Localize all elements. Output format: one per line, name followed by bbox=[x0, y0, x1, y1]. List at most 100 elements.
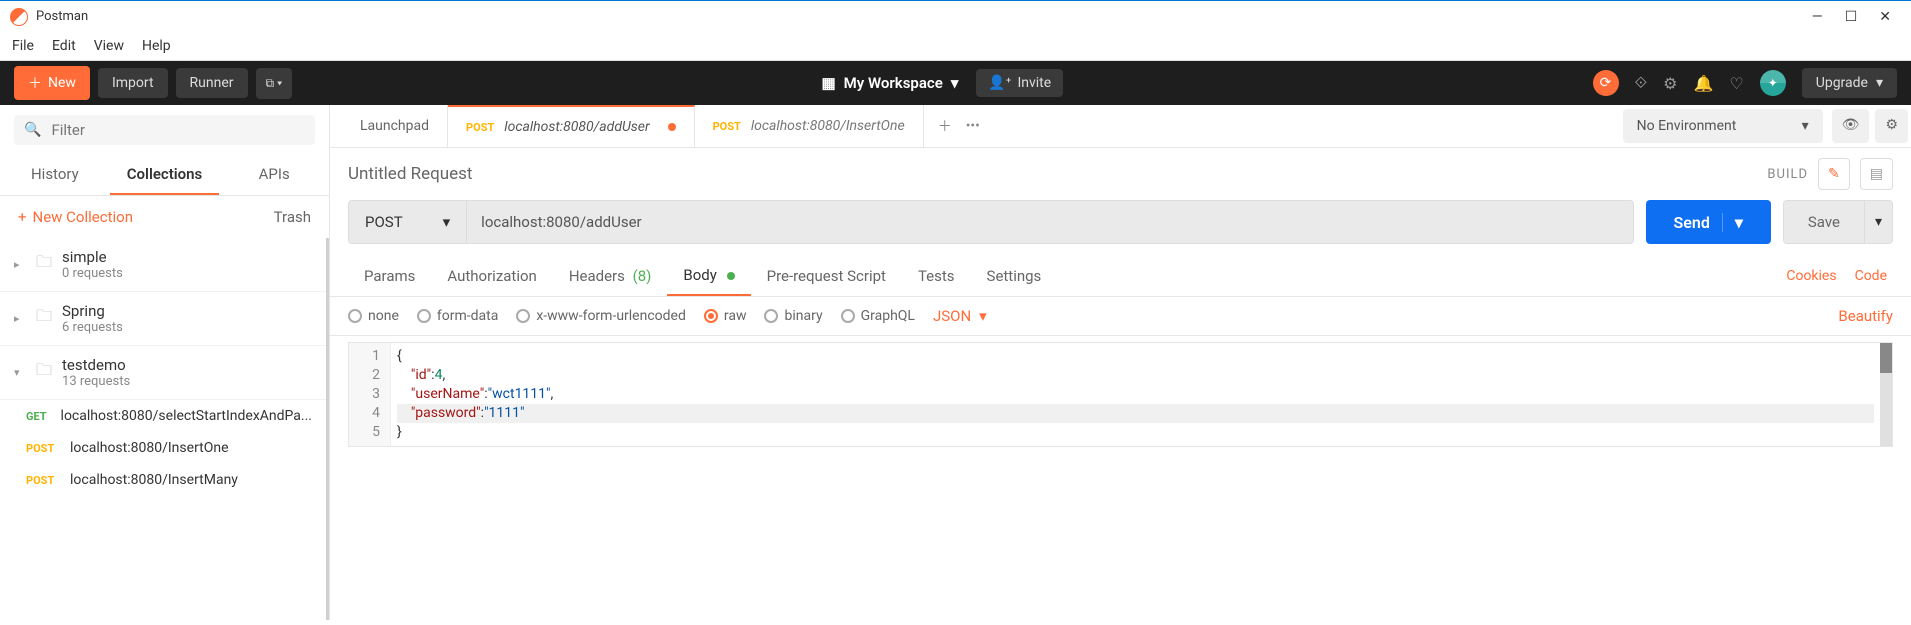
tab-apis[interactable]: APIs bbox=[219, 155, 329, 195]
close-icon[interactable]: ✕ bbox=[1879, 9, 1891, 25]
method-badge: POST bbox=[26, 474, 60, 487]
request-item[interactable]: POST localhost:8080/InsertOne bbox=[0, 432, 326, 464]
plus-icon: ＋ bbox=[28, 73, 42, 93]
new-label: New bbox=[48, 75, 76, 91]
raw-format-select[interactable]: JSON ▾ bbox=[933, 307, 987, 325]
env-settings-button[interactable]: ⚙ bbox=[1875, 109, 1908, 143]
edit-icon[interactable]: ✎ bbox=[1818, 158, 1850, 190]
window-dropdown[interactable]: ⧉ ▾ bbox=[256, 68, 293, 99]
menu-help[interactable]: Help bbox=[142, 38, 171, 54]
avatar[interactable]: ✦ bbox=[1760, 70, 1786, 96]
headers-count: (8) bbox=[633, 267, 652, 285]
import-button[interactable]: Import bbox=[98, 68, 168, 98]
req-tab-auth[interactable]: Authorization bbox=[431, 257, 552, 295]
body-opt-raw[interactable]: raw bbox=[704, 308, 747, 324]
upgrade-button[interactable]: Upgrade ▾ bbox=[1802, 68, 1897, 98]
chevron-down-icon: ▾ bbox=[951, 74, 959, 92]
bell-icon[interactable]: 🔔 bbox=[1693, 74, 1713, 93]
capture-icon[interactable]: ⟐ bbox=[1635, 73, 1648, 93]
new-collection-label: New Collection bbox=[33, 208, 133, 226]
body-opt-none[interactable]: none bbox=[348, 308, 399, 324]
url-input[interactable] bbox=[481, 213, 1618, 231]
new-collection-button[interactable]: + New Collection bbox=[18, 208, 133, 226]
tab-adduser[interactable]: POST localhost:8080/addUser bbox=[448, 105, 695, 147]
body-opt-xwww[interactable]: x-www-form-urlencoded bbox=[516, 308, 686, 324]
tab-url: localhost:8080/addUser bbox=[504, 119, 649, 135]
filter-input[interactable] bbox=[51, 121, 305, 139]
cookies-link[interactable]: Cookies bbox=[1786, 268, 1836, 284]
collection-name: Spring bbox=[62, 302, 123, 320]
method-badge: POST bbox=[466, 121, 494, 134]
chevron-down-icon[interactable]: ▾ bbox=[1722, 213, 1743, 232]
menu-file[interactable]: File bbox=[12, 38, 34, 54]
code-area[interactable]: { "id":4, "userName":"wct1111", "passwor… bbox=[391, 343, 1880, 446]
person-plus-icon: 👤⁺ bbox=[988, 75, 1011, 91]
opt-label: GraphQL bbox=[861, 308, 915, 324]
request-item[interactable]: POST localhost:8080/InsertMany bbox=[0, 464, 326, 496]
runner-button[interactable]: Runner bbox=[176, 68, 248, 98]
req-tab-headers[interactable]: Headers (8) bbox=[553, 257, 668, 295]
collection-count: 6 requests bbox=[62, 320, 123, 335]
headers-label: Headers bbox=[569, 267, 625, 285]
opt-label: form-data bbox=[437, 308, 498, 324]
method-select[interactable]: POST ▾ bbox=[348, 200, 466, 244]
minimize-icon[interactable]: ― bbox=[1812, 9, 1823, 25]
json-label: JSON bbox=[933, 307, 971, 325]
add-tab-button[interactable]: ＋ bbox=[938, 116, 952, 136]
tab-history[interactable]: History bbox=[0, 155, 110, 195]
req-tab-body[interactable]: Body bbox=[667, 256, 750, 296]
body-opt-formdata[interactable]: form-data bbox=[417, 308, 498, 324]
collection-item-testdemo[interactable]: ▾ 🗀 testdemo 13 requests bbox=[0, 346, 326, 400]
comments-icon[interactable]: ▤ bbox=[1860, 158, 1893, 190]
workspace-selector[interactable]: ▦ My Workspace ▾ bbox=[821, 74, 958, 92]
scrollbar[interactable] bbox=[1880, 343, 1892, 446]
env-quicklook-button[interactable]: 👁 bbox=[1832, 109, 1870, 143]
menu-bar: File Edit View Help bbox=[0, 32, 1911, 61]
plus-icon: + bbox=[18, 208, 27, 226]
code-link[interactable]: Code bbox=[1855, 268, 1887, 284]
menu-view[interactable]: View bbox=[94, 38, 124, 54]
chevron-down-icon: ▾ bbox=[14, 366, 26, 379]
chevron-down-icon: ▾ bbox=[979, 307, 987, 325]
collection-count: 13 requests bbox=[62, 374, 130, 389]
upgrade-label: Upgrade bbox=[1816, 75, 1868, 91]
chevron-down-icon: ▾ bbox=[1802, 118, 1809, 134]
collection-name: simple bbox=[62, 248, 123, 266]
save-button[interactable]: Save bbox=[1783, 200, 1865, 244]
build-label: BUILD bbox=[1767, 167, 1808, 182]
req-tab-tests[interactable]: Tests bbox=[902, 257, 971, 295]
trash-button[interactable]: Trash bbox=[274, 208, 311, 226]
title-bar: Postman ― ☐ ✕ bbox=[0, 0, 1911, 32]
beautify-button[interactable]: Beautify bbox=[1838, 307, 1893, 325]
request-item[interactable]: GET localhost:8080/selectStartIndexAndPa… bbox=[0, 400, 326, 432]
body-editor[interactable]: 1 2 3 4 5 { "id":4, "userName":"wct1111"… bbox=[348, 342, 1893, 447]
tab-collections[interactable]: Collections bbox=[110, 155, 220, 195]
new-button[interactable]: ＋ New bbox=[14, 66, 90, 100]
collection-item-spring[interactable]: ▸ 🗀 Spring 6 requests bbox=[0, 292, 326, 346]
tab-bar: Launchpad POST localhost:8080/addUser PO… bbox=[330, 105, 1911, 148]
send-button[interactable]: Send ▾ bbox=[1646, 200, 1771, 244]
settings-gear-icon[interactable]: ⚙ bbox=[1663, 74, 1677, 93]
tab-menu-icon[interactable]: ••• bbox=[966, 118, 980, 134]
maximize-icon[interactable]: ☐ bbox=[1845, 9, 1858, 25]
body-opt-graphql[interactable]: GraphQL bbox=[841, 308, 915, 324]
opt-label: binary bbox=[784, 308, 822, 324]
heart-icon[interactable]: ♡ bbox=[1729, 74, 1743, 93]
environment-selector[interactable]: No Environment ▾ bbox=[1623, 109, 1823, 143]
request-name[interactable]: Untitled Request bbox=[348, 164, 473, 184]
req-tab-params[interactable]: Params bbox=[348, 257, 431, 295]
req-tab-settings[interactable]: Settings bbox=[971, 257, 1058, 295]
save-dropdown[interactable]: ▾ bbox=[1865, 200, 1893, 244]
invite-label: Invite bbox=[1017, 75, 1051, 91]
tab-launchpad[interactable]: Launchpad bbox=[342, 105, 448, 147]
sidebar-search[interactable]: 🔍 bbox=[14, 115, 315, 145]
body-opt-binary[interactable]: binary bbox=[764, 308, 822, 324]
collection-item-simple[interactable]: ▸ 🗀 simple 0 requests bbox=[0, 238, 326, 292]
menu-edit[interactable]: Edit bbox=[52, 38, 76, 54]
sync-icon[interactable]: ⟳ bbox=[1593, 70, 1619, 96]
request-url: localhost:8080/InsertMany bbox=[70, 472, 238, 488]
invite-button[interactable]: 👤⁺ Invite bbox=[976, 69, 1063, 97]
method-badge: POST bbox=[713, 120, 741, 133]
tab-insertone[interactable]: POST localhost:8080/InsertOne bbox=[695, 105, 924, 147]
req-tab-prerequest[interactable]: Pre-request Script bbox=[751, 257, 902, 295]
